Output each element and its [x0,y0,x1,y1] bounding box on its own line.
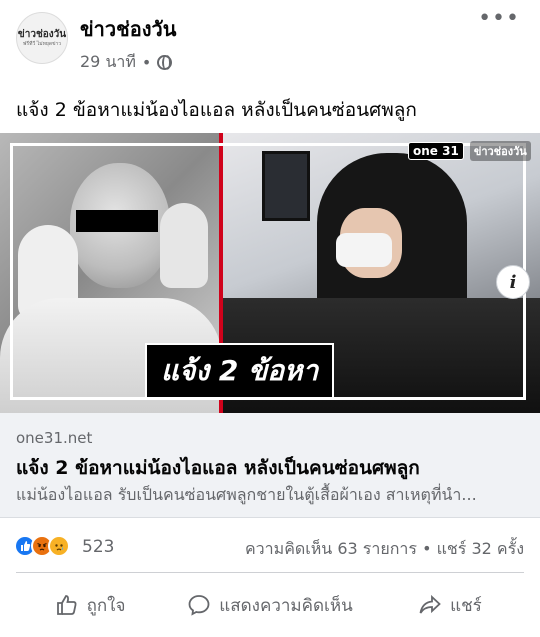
page-avatar[interactable]: ข่าวช่องวัน ฟรีทีวี ไม่หยุดข่าว [16,12,68,64]
share-label: แชร์ [450,595,482,616]
link-description: แม่น้องไอแอล รับเป็นคนซ่อนศพลูกชายในตู้เ… [16,485,477,504]
post-header: ข่าวช่องวัน ฟรีทีวี ไม่หยุดข่าว ข่าวช่อง… [0,0,540,86]
like-label: ถูกใจ [86,595,126,616]
action-bar: ถูกใจ แสดงความคิดเห็น แชร์ [0,580,540,630]
news-logo: ข่าวช่องวัน [469,141,531,161]
one31-badge: one 31 [408,142,464,160]
comment-label: แสดงความคิดเห็น [219,595,353,616]
channel-logo: one 31 ข่าวช่องวัน [408,141,531,161]
comment-button[interactable]: แสดงความคิดเห็น [180,580,360,630]
comment-bubble-icon [188,595,210,616]
avatar-logo-text: ข่าวช่องวัน [17,28,67,40]
link-preview[interactable]: one31.net แจ้ง 2 ข้อหาแม่น้องไอแอล หลังเ… [0,413,540,518]
post-meta: 29 นาที • [80,50,173,75]
reaction-count[interactable]: 523 [82,537,114,557]
thumbs-up-icon [56,595,77,615]
page-name[interactable]: ข่าวช่องวัน [80,13,176,45]
link-title: แจ้ง 2 ข้อหาแม่น้องไอแอล หลังเป็นคนซ่อนศ… [16,457,420,479]
link-domain: one31.net [16,429,93,447]
meta-separator: • [141,53,152,72]
more-options-icon[interactable]: ••• [478,8,520,30]
globe-icon [157,55,173,70]
post-image[interactable]: one 31 ข่าวช่องวัน แจ้ง 2 ข้อหา [0,133,540,413]
share-button[interactable]: แชร์ [360,580,540,630]
image-caption: แจ้ง 2 ข้อหา [161,354,319,387]
actions-divider [16,572,524,573]
comments-shares-summary[interactable]: ความคิดเห็น 63 รายการ • แชร์ 32 ครั้ง [245,537,524,562]
facebook-post: ข่าวช่องวัน ฟรีทีวี ไม่หยุดข่าว ข่าวช่อง… [0,0,540,637]
info-icon[interactable]: i [496,265,530,299]
reaction-icons[interactable] [14,535,70,557]
like-button[interactable]: ถูกใจ [0,580,180,630]
post-text: แจ้ง 2 ข้อหาแม่น้องไอแอล หลังเป็นคนซ่อนศ… [16,99,417,121]
reactions-bar: 523 ความคิดเห็น 63 รายการ • แชร์ 32 ครั้… [0,525,540,569]
image-caption-box: แจ้ง 2 ข้อหา [145,343,335,399]
share-arrow-icon [419,594,441,614]
post-time[interactable]: 29 นาที [80,50,136,75]
avatar-logo-subtext: ฟรีทีวี ไม่หยุดข่าว [22,40,62,47]
sad-icon [48,535,70,557]
